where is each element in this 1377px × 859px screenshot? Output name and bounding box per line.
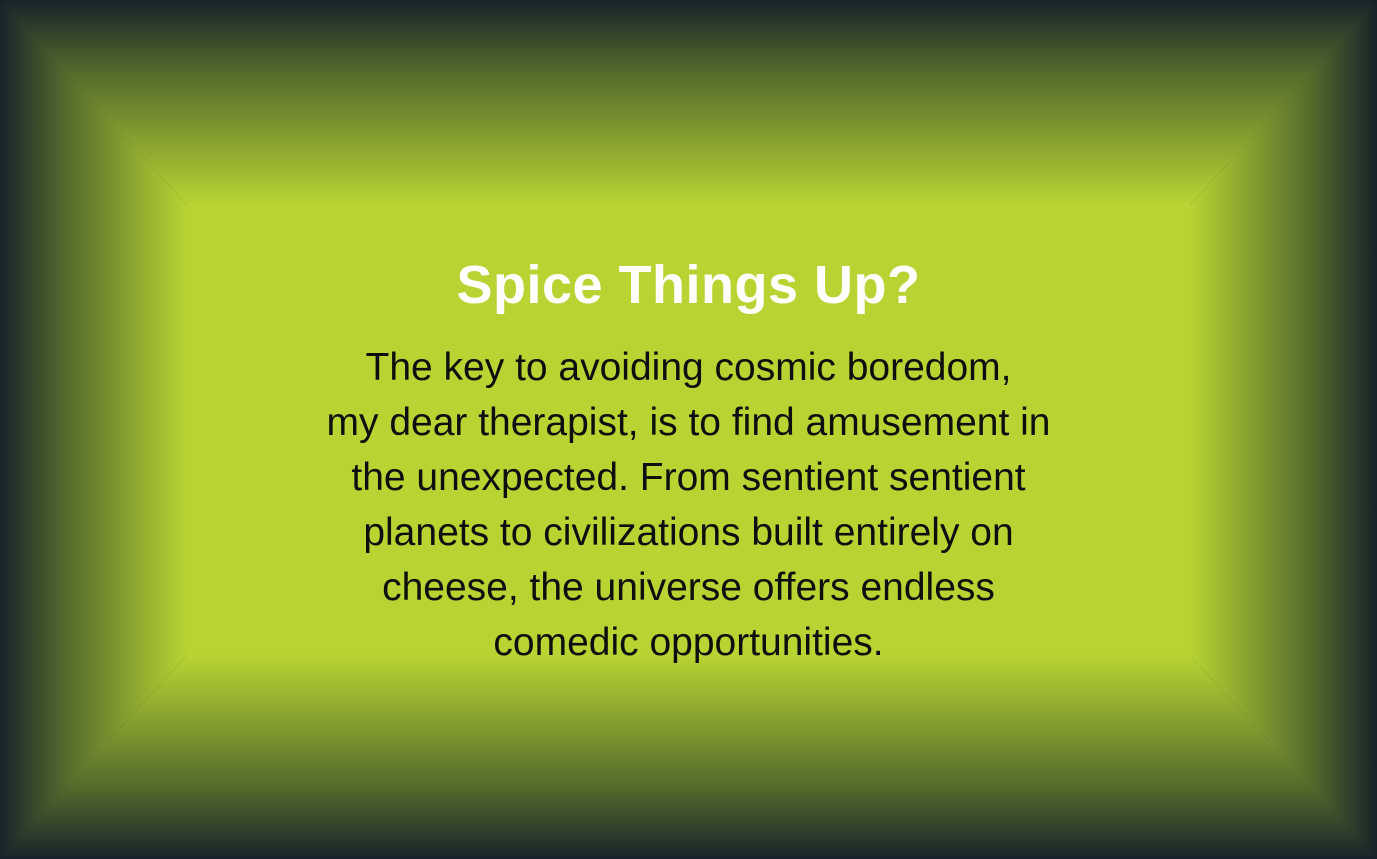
body-line: The key to avoiding cosmic boredom, <box>365 346 1012 389</box>
body-line: the unexpected. From sentient sentient <box>351 456 1026 499</box>
card-body: The key to avoiding cosmic boredom, my d… <box>260 340 1117 670</box>
body-line: comedic opportunities. <box>493 621 884 664</box>
body-line: cheese, the universe offers endless <box>382 566 995 609</box>
card-content: Spice Things Up? The key to avoiding cos… <box>0 0 1377 859</box>
body-line: my dear therapist, is to find amusement … <box>326 401 1051 444</box>
quote-card: Spice Things Up? The key to avoiding cos… <box>0 0 1377 859</box>
card-title: Spice Things Up? <box>456 255 921 315</box>
body-line: planets to civilizations built entirely … <box>363 511 1014 554</box>
